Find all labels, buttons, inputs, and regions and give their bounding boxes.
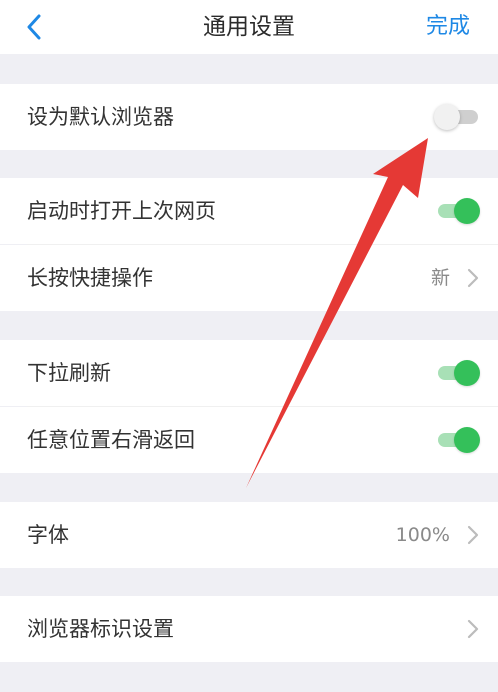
setting-label: 字体 [27, 523, 69, 547]
chevron-right-icon [467, 525, 479, 545]
setting-value: 100% [395, 524, 450, 546]
default-browser-toggle[interactable] [434, 104, 480, 130]
pull-refresh-toggle[interactable] [434, 360, 480, 386]
done-button[interactable]: 完成 [426, 0, 470, 54]
setting-row-restore-last-page[interactable]: 启动时打开上次网页 [0, 178, 498, 244]
setting-label: 设为默认浏览器 [27, 105, 174, 129]
setting-row-default-browser[interactable]: 设为默认浏览器 [0, 84, 498, 150]
page-title: 通用设置 [203, 14, 295, 40]
setting-label: 启动时打开上次网页 [27, 199, 216, 223]
setting-label: 任意位置右滑返回 [27, 428, 195, 452]
toggle-knob [454, 427, 480, 453]
nav-bar: 通用设置 完成 [0, 0, 498, 54]
toggle-knob [454, 198, 480, 224]
chevron-right-icon [467, 268, 479, 288]
restore-last-page-toggle[interactable] [434, 198, 480, 224]
swipe-back-toggle[interactable] [434, 427, 480, 453]
setting-label: 长按快捷操作 [27, 266, 153, 290]
setting-row-swipe-back[interactable]: 任意位置右滑返回 [0, 407, 498, 473]
toggle-knob [434, 104, 460, 130]
setting-value: 新 [430, 267, 450, 289]
setting-row-browser-id[interactable]: 浏览器标识设置 [0, 596, 498, 662]
chevron-right-icon [467, 619, 479, 639]
setting-row-pull-refresh[interactable]: 下拉刷新 [0, 340, 498, 406]
setting-label: 下拉刷新 [27, 361, 111, 385]
setting-row-long-press[interactable]: 长按快捷操作 新 [0, 245, 498, 311]
setting-row-font[interactable]: 字体 100% [0, 502, 498, 568]
setting-label: 浏览器标识设置 [27, 617, 174, 641]
toggle-knob [454, 360, 480, 386]
